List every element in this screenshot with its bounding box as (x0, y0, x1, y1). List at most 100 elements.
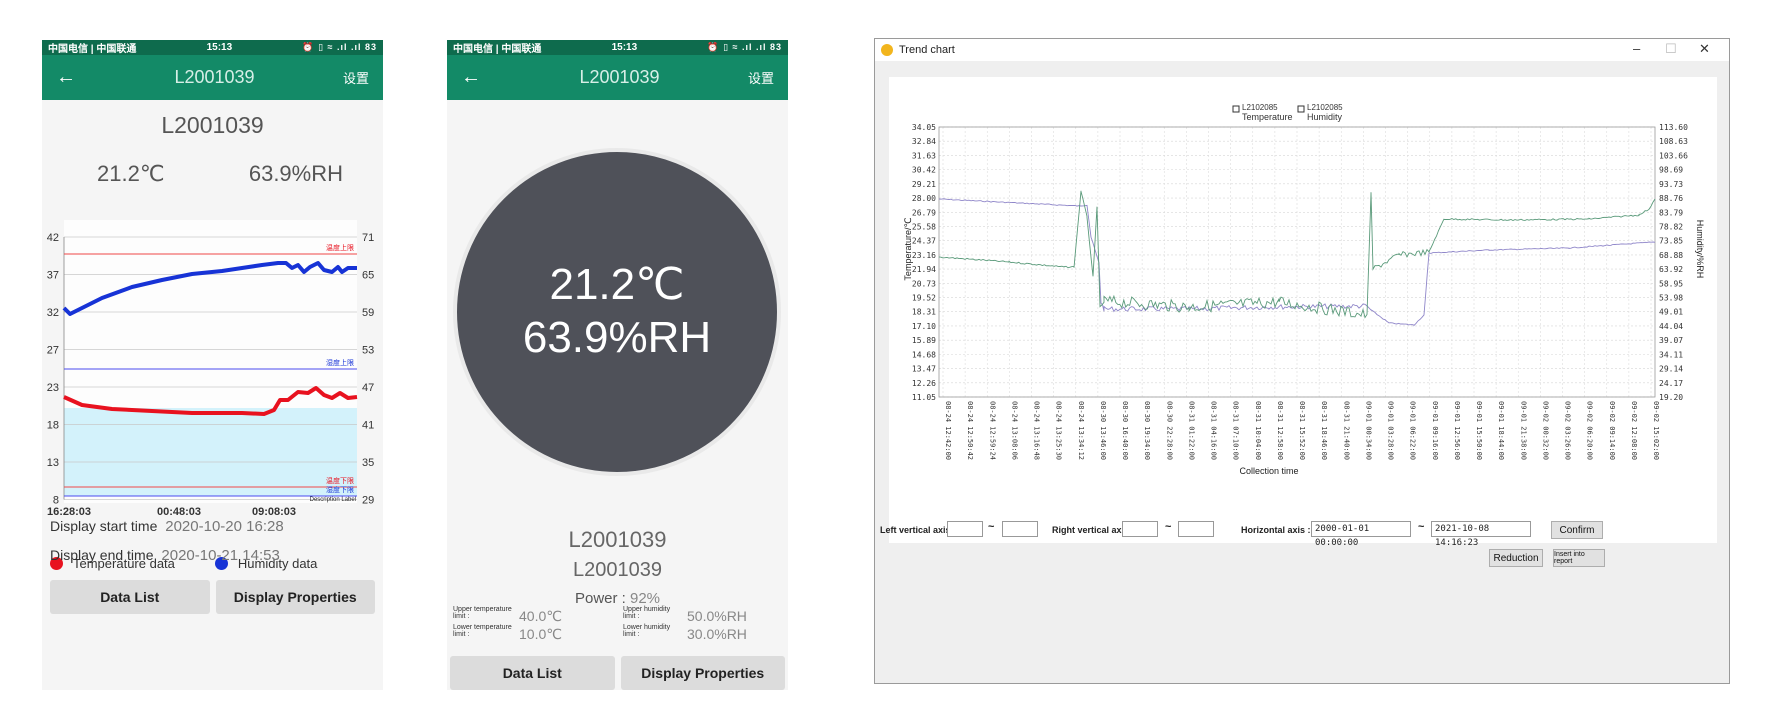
left-tick-label: 23.16 (912, 251, 936, 260)
horizontal-axis-label: Horizontal axis : (1241, 525, 1311, 535)
device-name-primary: L2001039 (568, 527, 667, 552)
left-tick-label: 27 (47, 345, 59, 357)
left-tick-label: 24.37 (912, 237, 936, 246)
device-name-secondary: L2001039 (573, 559, 662, 581)
right-tick-label: 41 (362, 420, 374, 432)
x-tick-label: 08-24 13:08:06 (1010, 401, 1018, 460)
left-tick-label: 42 (47, 232, 59, 244)
left-tick-label: 12.26 (912, 379, 936, 388)
left-tick-label: 20.73 (912, 279, 936, 288)
x-tick-label: 16:28:03 (47, 506, 91, 518)
right-axis-max-input[interactable] (1178, 521, 1214, 537)
x-tick-label: 08-30 19:34:00 (1143, 401, 1151, 460)
legend-hum-device: L2102085 (1307, 103, 1343, 112)
data-list-button[interactable]: Data List (450, 656, 615, 690)
left-tick-label: 23 (47, 382, 59, 394)
right-tick-label: 103.66 (1659, 151, 1688, 160)
x-tick-label: 08-31 10:04:00 (1254, 401, 1262, 460)
left-axis-max-input[interactable] (1002, 521, 1038, 537)
y-right-axis-label: Humidity/%RH (1695, 220, 1705, 279)
window-titlebar[interactable]: Trend chart (875, 39, 1729, 61)
left-axis-min-input[interactable] (947, 521, 983, 537)
reduction-button[interactable]: Reduction (1489, 549, 1543, 567)
lower-hum-limit-value: 30.0%RH (687, 626, 747, 642)
horizontal-tilde: ~ (1418, 521, 1425, 533)
x-tick-label: 09-01 21:38:00 (1519, 401, 1527, 460)
left-tick-label: 32 (47, 307, 59, 319)
status-icons: ⏰ ▯ ≈ .ıl .ıl 83 (707, 42, 782, 52)
horizontal-start-input[interactable]: 2000-01-01 00:00:00 (1311, 521, 1411, 548)
settings-button[interactable]: 设置 (748, 68, 774, 87)
settings-button[interactable]: 设置 (343, 68, 369, 87)
left-tick-label: 30.42 (912, 166, 936, 175)
clock-text: 15:13 (611, 42, 638, 53)
left-axis-tilde: ~ (988, 521, 995, 533)
close-icon[interactable]: ✕ (1699, 41, 1710, 57)
left-tick-label: 25.58 (912, 222, 936, 231)
humidity-reading: 63.9%RH (248, 161, 343, 186)
left-tick-label: 26.79 (912, 208, 936, 217)
x-tick-label: 09-01 18:44:00 (1497, 401, 1505, 460)
data-list-button[interactable]: Data List (50, 580, 210, 614)
left-tick-label: 18.31 (912, 308, 936, 317)
legend-hum-swatch (1297, 105, 1305, 113)
left-tick-label: 13.47 (912, 365, 936, 374)
right-tick-label: 44.04 (1659, 322, 1683, 331)
x-tick-label: 00:48:03 (157, 506, 201, 518)
x-tick-label: 08-31 15:52:00 (1298, 401, 1306, 460)
x-tick-label: 08-24 13:34:12 (1077, 401, 1085, 460)
right-tick-label: 71 (362, 232, 374, 244)
trend-chart-window: Trend chart – ☐ ✕ L2102085 Temperature L… (874, 38, 1730, 684)
lower-hum-limit-label: Lower humidity limit : (623, 624, 671, 639)
maximize-icon[interactable]: ☐ (1665, 41, 1677, 57)
end-time-label: Display end time (50, 547, 154, 563)
lower-temp-limit-label: 温度下限 (326, 476, 354, 485)
end-time-value[interactable]: 2020-10-21 14:53 (161, 547, 279, 564)
description-label: Description Label (310, 497, 356, 503)
left-tick-label: 21.94 (912, 265, 936, 274)
trend-chart[interactable]: L2102085 Temperature L2102085 Humidity 3… (889, 77, 1717, 543)
insert-into-report-button[interactable]: Insert into report (1553, 549, 1605, 567)
clock-text: 15:13 (206, 42, 233, 53)
lower-temp-limit-label: Lower temperature limit : (453, 624, 512, 639)
x-tick-label: 09:08:03 (252, 506, 296, 518)
bottom-buttons: Data List Display Properties (50, 580, 375, 614)
legend-temp-swatch (1232, 105, 1240, 113)
left-tick-label: 14.68 (912, 350, 936, 359)
left-tick-label: 11.05 (912, 393, 936, 402)
lower-hum-limit-label: 湿度下限 (326, 485, 354, 494)
trend-plot-panel: L2102085 Temperature L2102085 Humidity 3… (889, 77, 1717, 543)
x-tick-label: 08-31 12:58:00 (1276, 401, 1284, 460)
upper-temp-limit-value: 40.0℃ (519, 608, 562, 624)
humidity-trend-line (938, 198, 1656, 327)
status-bar: 中国电信 | 中国联通 15:13 ⏰ ▯ ≈ .ıl .ıl 83 (42, 40, 383, 55)
right-axis-min-input[interactable] (1122, 521, 1158, 537)
x-tick-label: 09-02 09:14:00 (1608, 401, 1616, 460)
app-bar-title: L2001039 (579, 67, 660, 87)
right-tick-label: 78.82 (1659, 222, 1683, 231)
x-tick-label: 08-31 04:16:00 (1210, 401, 1218, 460)
carrier-text: 中国电信 | 中国联通 (453, 44, 542, 55)
display-properties-button[interactable]: Display Properties (215, 580, 375, 614)
right-tick-label: 83.79 (1659, 208, 1683, 217)
temperature-reading: 21.2℃ (97, 161, 165, 186)
x-tick-label: 08-24 12:42:00 (944, 401, 952, 460)
bottom-buttons: Data List Display Properties (450, 656, 785, 690)
minimize-icon[interactable]: – (1633, 41, 1640, 56)
x-tick-label: 09-02 06:20:00 (1586, 401, 1594, 460)
right-tick-label: 39.07 (1659, 336, 1683, 345)
app-bar-title: L2001039 (174, 67, 255, 87)
confirm-button[interactable]: Confirm (1551, 521, 1603, 539)
horizontal-end-input[interactable]: 2021-10-08 14:16:23 (1431, 521, 1531, 548)
left-tick-label: 28.00 (912, 194, 936, 203)
start-time-value[interactable]: 2020-10-20 16:28 (165, 518, 283, 535)
current-readings: 21.2℃ 63.9%RH (42, 161, 383, 187)
back-arrow-icon[interactable]: ← (56, 66, 86, 89)
x-tick-label: 09-01 12:56:00 (1453, 401, 1461, 460)
back-arrow-icon[interactable]: ← (461, 66, 491, 89)
power-value: 92% (630, 590, 661, 607)
x-tick-label: 09-01 03:28:00 (1387, 401, 1395, 460)
legend-temp-device: L2102085 (1242, 103, 1278, 112)
right-tick-label: 68.88 (1659, 251, 1683, 260)
display-properties-button[interactable]: Display Properties (620, 656, 785, 690)
